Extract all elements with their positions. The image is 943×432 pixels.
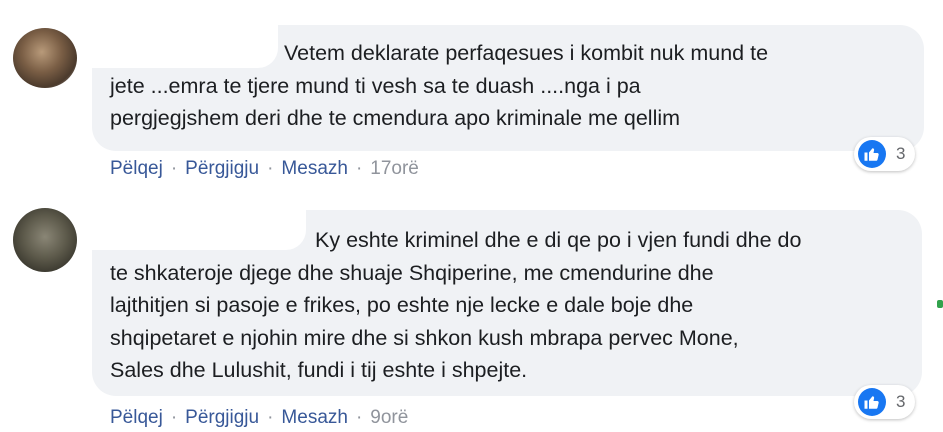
online-status-indicator bbox=[937, 300, 943, 308]
separator-dot: · bbox=[170, 407, 178, 428]
like-link[interactable]: Pëlqej bbox=[110, 407, 163, 429]
commenter-avatar[interactable] bbox=[13, 208, 77, 272]
comment-timestamp[interactable]: 17orë bbox=[370, 158, 419, 180]
separator-dot: · bbox=[355, 158, 363, 179]
like-thumbs-up-icon bbox=[858, 388, 886, 416]
separator-dot: · bbox=[267, 158, 274, 179]
commenter-name-area bbox=[92, 204, 306, 250]
reply-link[interactable]: Përgjigju bbox=[185, 158, 259, 180]
commenter-name-area bbox=[92, 18, 278, 68]
like-link[interactable]: Pëlqej bbox=[110, 158, 163, 180]
separator-dot: · bbox=[267, 407, 274, 428]
reaction-count: 3 bbox=[896, 144, 906, 163]
comment-actions: Pëlqej · Përgjigju · Mesazh · 9orë bbox=[110, 407, 408, 429]
message-link[interactable]: Mesazh bbox=[281, 407, 348, 429]
comment-timestamp[interactable]: 9orë bbox=[370, 407, 408, 429]
separator-dot: · bbox=[170, 158, 178, 179]
comment-actions: Pëlqej · Përgjigju · Mesazh · 17orë bbox=[110, 158, 419, 180]
commenter-avatar[interactable] bbox=[13, 28, 77, 88]
reply-link[interactable]: Përgjigju bbox=[185, 407, 259, 429]
separator-dot: · bbox=[355, 407, 363, 428]
message-link[interactable]: Mesazh bbox=[281, 158, 348, 180]
reaction-count: 3 bbox=[896, 392, 906, 411]
reaction-summary[interactable]: 3 bbox=[854, 137, 916, 171]
like-thumbs-up-icon bbox=[858, 140, 886, 168]
reaction-summary[interactable]: 3 bbox=[854, 385, 916, 419]
